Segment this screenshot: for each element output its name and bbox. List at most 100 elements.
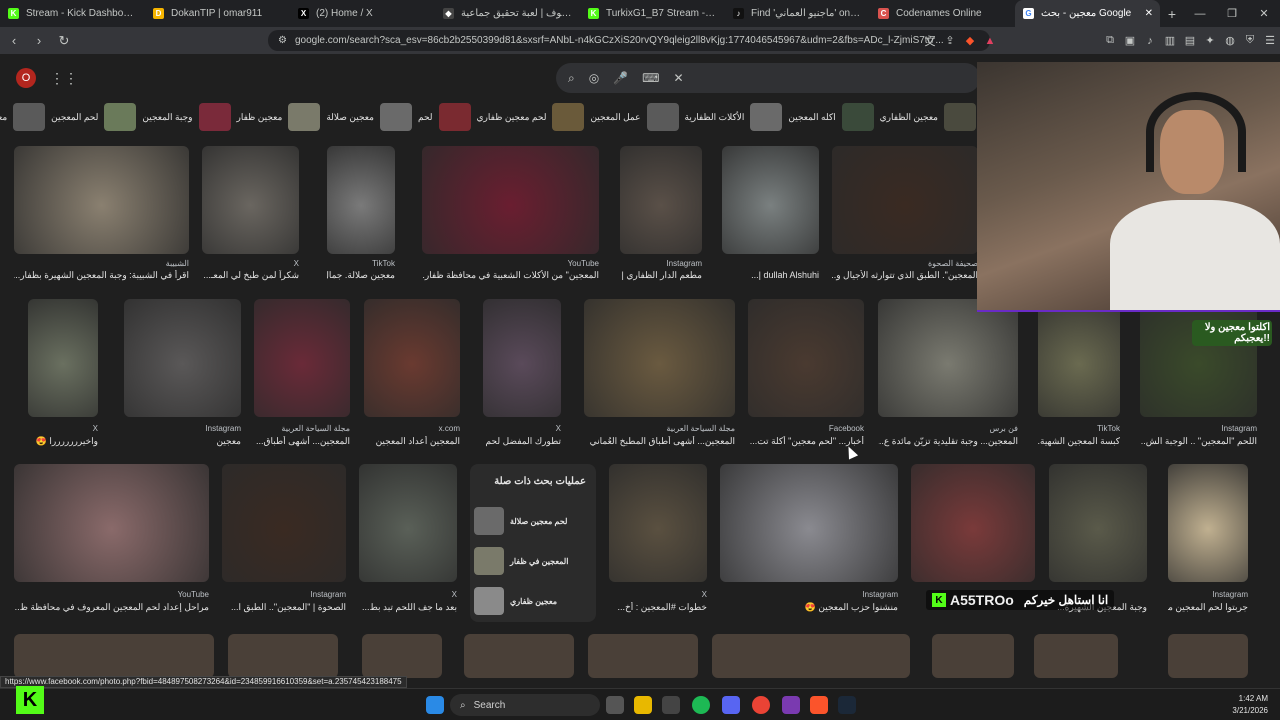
image-result[interactable] — [1168, 634, 1248, 678]
image-source[interactable]: Instagram — [124, 424, 241, 433]
image-caption[interactable]: المعجين... وجبة تقليدية تزيّن مائدة ع... — [878, 436, 1018, 447]
image-caption[interactable]: المعجين" من الأكلات الشعبية في محافظة ظف… — [422, 270, 599, 281]
image-result[interactable] — [609, 464, 707, 582]
image-result[interactable] — [14, 464, 209, 582]
browser-tab[interactable]: X (2) Home / X — [290, 0, 435, 27]
browser-tab[interactable]: ♪ Find 'ماجنيو العماني' on TikTok — [725, 0, 870, 27]
image-result[interactable] — [720, 464, 898, 582]
image-result[interactable] — [222, 464, 346, 582]
image-caption[interactable]: المعجين... أشهى أطباق... — [254, 436, 350, 447]
image-caption[interactable]: بعد ما جف اللحم تبد بط... — [359, 602, 457, 613]
image-caption[interactable]: كبسة المعجين الشهية... — [1038, 436, 1120, 447]
search-chip[interactable]: معجين ظفار — [237, 103, 321, 131]
image-result[interactable] — [327, 146, 395, 254]
image-source[interactable]: مجلة السياحة العربية — [254, 424, 350, 433]
brave-shield-icon[interactable]: ◆ — [960, 34, 980, 47]
image-caption[interactable]: المعجين أعداد المعجين — [364, 436, 460, 447]
related-search-item[interactable]: المعجين في ظفار — [474, 544, 592, 578]
apps-grid-icon[interactable]: ⋮⋮ — [50, 70, 78, 87]
image-source[interactable]: X — [359, 590, 457, 599]
minimize-icon[interactable]: — — [1184, 8, 1216, 20]
image-result[interactable] — [932, 634, 1014, 678]
related-search-item[interactable]: معجين ظفاري — [474, 584, 592, 618]
image-source[interactable]: Instagram — [1140, 424, 1257, 433]
search-chip[interactable]: لحم معجين ظفاري — [477, 103, 585, 131]
steam-icon[interactable] — [838, 696, 856, 714]
image-caption[interactable]: اقرأ في الشبيبة: وجبة المعجين الشهيرة بظ… — [14, 270, 189, 281]
site-info-icon[interactable]: ⚙ — [278, 35, 287, 46]
browser-tab[interactable]: K TurkixG1_B7 Stream - Watch Li — [580, 0, 725, 27]
image-result[interactable] — [124, 299, 241, 417]
image-result[interactable] — [464, 634, 574, 678]
lens-icon[interactable]: ◎ — [589, 71, 599, 85]
browser-tab[interactable]: C Codenames Online — [870, 0, 1015, 27]
image-source[interactable]: x.com — [364, 424, 460, 433]
image-source[interactable]: Instagram — [620, 259, 702, 268]
search-chip[interactable]: لحم المعجين — [51, 103, 137, 131]
image-result[interactable] — [422, 146, 599, 254]
image-result[interactable] — [620, 146, 702, 254]
image-source[interactable]: X — [202, 259, 299, 268]
mic-icon[interactable]: 🎤 — [613, 71, 628, 85]
image-source[interactable]: YouTube — [422, 259, 599, 268]
image-result[interactable] — [202, 146, 299, 254]
screenshot-icon[interactable]: ▣ — [1120, 34, 1140, 47]
image-source[interactable]: مجلة السياحة العربية — [584, 424, 735, 433]
vpn-icon[interactable]: ◍ — [1220, 34, 1240, 47]
image-caption[interactable]: تطورك المفضل لحم م... — [483, 436, 561, 447]
image-result[interactable] — [362, 634, 442, 678]
image-caption[interactable]: منشنوا حزب المعجين 😍 — [720, 602, 898, 613]
image-caption[interactable]: مراحل إعداد لحم المعجين المعروف في محافظ… — [14, 602, 209, 613]
image-caption[interactable]: الصحوة | "المعجين".. الطبق ا... — [222, 602, 346, 613]
image-caption[interactable]: dullah Alshuhi |... — [722, 270, 819, 280]
image-source[interactable]: TikTok — [327, 259, 395, 268]
image-result[interactable] — [359, 464, 457, 582]
image-result[interactable] — [722, 146, 819, 254]
taskbar-search[interactable]: ⌕ Search — [450, 694, 600, 716]
image-result[interactable] — [254, 299, 350, 417]
file-explorer-icon[interactable] — [634, 696, 652, 714]
image-result[interactable] — [878, 299, 1018, 417]
image-source[interactable]: Instagram — [720, 590, 898, 599]
image-result[interactable] — [1034, 634, 1118, 678]
search-chip[interactable]: وجبة المعجين — [142, 103, 231, 131]
discord-icon[interactable] — [722, 696, 740, 714]
windows-start-icon[interactable] — [426, 696, 444, 714]
browser-tab[interactable]: K Stream - Kick Dashboard — [0, 0, 145, 27]
close-window-icon[interactable]: ✕ — [1248, 7, 1280, 20]
avatar[interactable]: O — [16, 68, 36, 88]
browser-tab[interactable]: D DokanTIP | omar911 — [145, 0, 290, 27]
leo-icon[interactable]: ✦ — [1200, 34, 1220, 47]
extensions-icon[interactable]: ⧉ — [1100, 34, 1120, 47]
image-source[interactable]: الشبيبة — [14, 259, 189, 268]
image-result[interactable] — [14, 146, 189, 254]
image-result[interactable] — [584, 299, 735, 417]
close-tab-icon[interactable]: ✕ — [1145, 8, 1153, 19]
image-source[interactable]: Facebook — [748, 424, 864, 433]
image-caption[interactable]: أخبار... "لحم معجين" أكلة تت... — [748, 436, 864, 447]
browser-tab[interactable]: ◆ مكشوف | لعبة تحقيق جماعية — [435, 0, 580, 27]
system-clock[interactable]: 1:42 AM 3/21/2026 — [1232, 693, 1268, 717]
image-result[interactable] — [14, 634, 214, 678]
shield-icon[interactable]: ⛨ — [1240, 34, 1260, 47]
search-chip[interactable]: اكله المعجين — [788, 103, 874, 131]
translate-icon[interactable]: 文 — [920, 33, 940, 49]
url-field[interactable]: ⚙ google.com/search?sca_esv=86cb2b255039… — [268, 30, 990, 51]
search-chip[interactable]: عمل المعجين — [590, 103, 679, 131]
github-icon[interactable] — [662, 696, 680, 714]
search-icon[interactable]: ⌕ — [568, 71, 575, 86]
brave-icon[interactable] — [810, 696, 828, 714]
image-source[interactable]: YouTube — [14, 590, 209, 599]
image-caption[interactable]: معجين صلالة. جمال ال... — [327, 270, 395, 281]
task-view-icon[interactable] — [606, 696, 624, 714]
image-caption[interactable]: اللحم "المعجين" .. الوجبة الش... — [1140, 436, 1257, 447]
image-source[interactable]: صحيفة الصحوة — [832, 259, 978, 268]
media-icon[interactable]: ♪ — [1140, 35, 1160, 47]
image-result[interactable] — [1038, 299, 1120, 417]
keyboard-icon[interactable]: ⌨ — [642, 71, 659, 85]
image-result[interactable] — [364, 299, 460, 417]
image-result[interactable] — [588, 634, 698, 678]
new-tab-icon[interactable]: + — [1160, 6, 1184, 22]
image-source[interactable]: فن برس — [878, 424, 1018, 433]
image-source[interactable]: Instagram — [222, 590, 346, 599]
